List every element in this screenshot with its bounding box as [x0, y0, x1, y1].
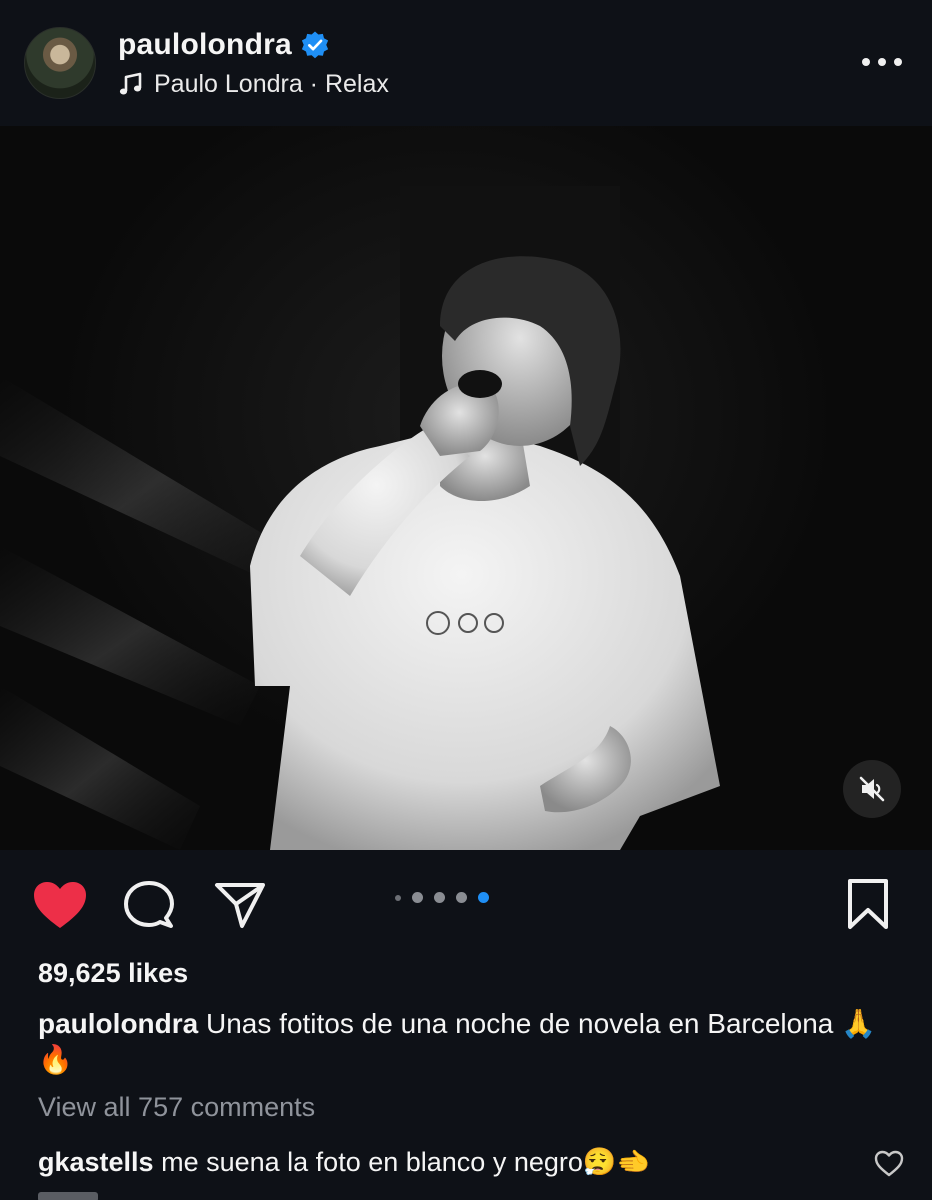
- truncated-row: [38, 1192, 98, 1200]
- carousel-dot: [456, 892, 467, 903]
- comment-bubble-icon[interactable]: [124, 880, 174, 930]
- music-row[interactable]: Paulo Londra · Relax: [118, 70, 389, 99]
- verified-badge-icon: [301, 31, 328, 58]
- carousel-indicator: [395, 892, 500, 903]
- carousel-dot: [395, 894, 401, 901]
- comment-row: gkastells me suena la foto en blanco y n…: [38, 1146, 858, 1178]
- bookmark-icon[interactable]: [846, 878, 890, 930]
- heart-filled-icon[interactable]: [32, 880, 88, 930]
- post-photo[interactable]: [0, 126, 932, 850]
- carousel-dot-active: [478, 892, 489, 903]
- carousel-dot: [434, 892, 445, 903]
- comment-text: me suena la foto en blanco y negro😮‍💨🫲: [161, 1147, 651, 1177]
- instagram-post: paulolondra Paulo Londra · Relax 89,625 …: [0, 0, 932, 1200]
- view-comments-link[interactable]: View all 757 comments: [38, 1092, 315, 1123]
- avatar[interactable]: [24, 27, 96, 99]
- mute-button[interactable]: [843, 760, 901, 818]
- music-note-icon: [119, 72, 142, 95]
- caption-username[interactable]: paulolondra: [38, 1008, 198, 1039]
- header-text: paulolondra Paulo Londra · Relax: [118, 28, 389, 99]
- comment-username[interactable]: gkastells: [38, 1147, 154, 1177]
- heart-outline-icon[interactable]: [874, 1150, 904, 1178]
- caption: paulolondra Unas fotitos de una noche de…: [38, 1006, 898, 1078]
- muted-speaker-icon: [859, 776, 885, 802]
- more-options-icon[interactable]: [862, 50, 902, 74]
- paper-plane-icon[interactable]: [214, 880, 266, 930]
- username[interactable]: paulolondra: [118, 28, 292, 62]
- concert-photo-illustration: [0, 186, 720, 850]
- post-actions: [0, 850, 932, 960]
- carousel-dot: [412, 892, 423, 903]
- likes-count[interactable]: 89,625 likes: [38, 958, 188, 989]
- user-row: paulolondra: [118, 28, 389, 62]
- post-header: paulolondra Paulo Londra · Relax: [0, 0, 932, 126]
- music-label: Paulo Londra · Relax: [154, 69, 389, 98]
